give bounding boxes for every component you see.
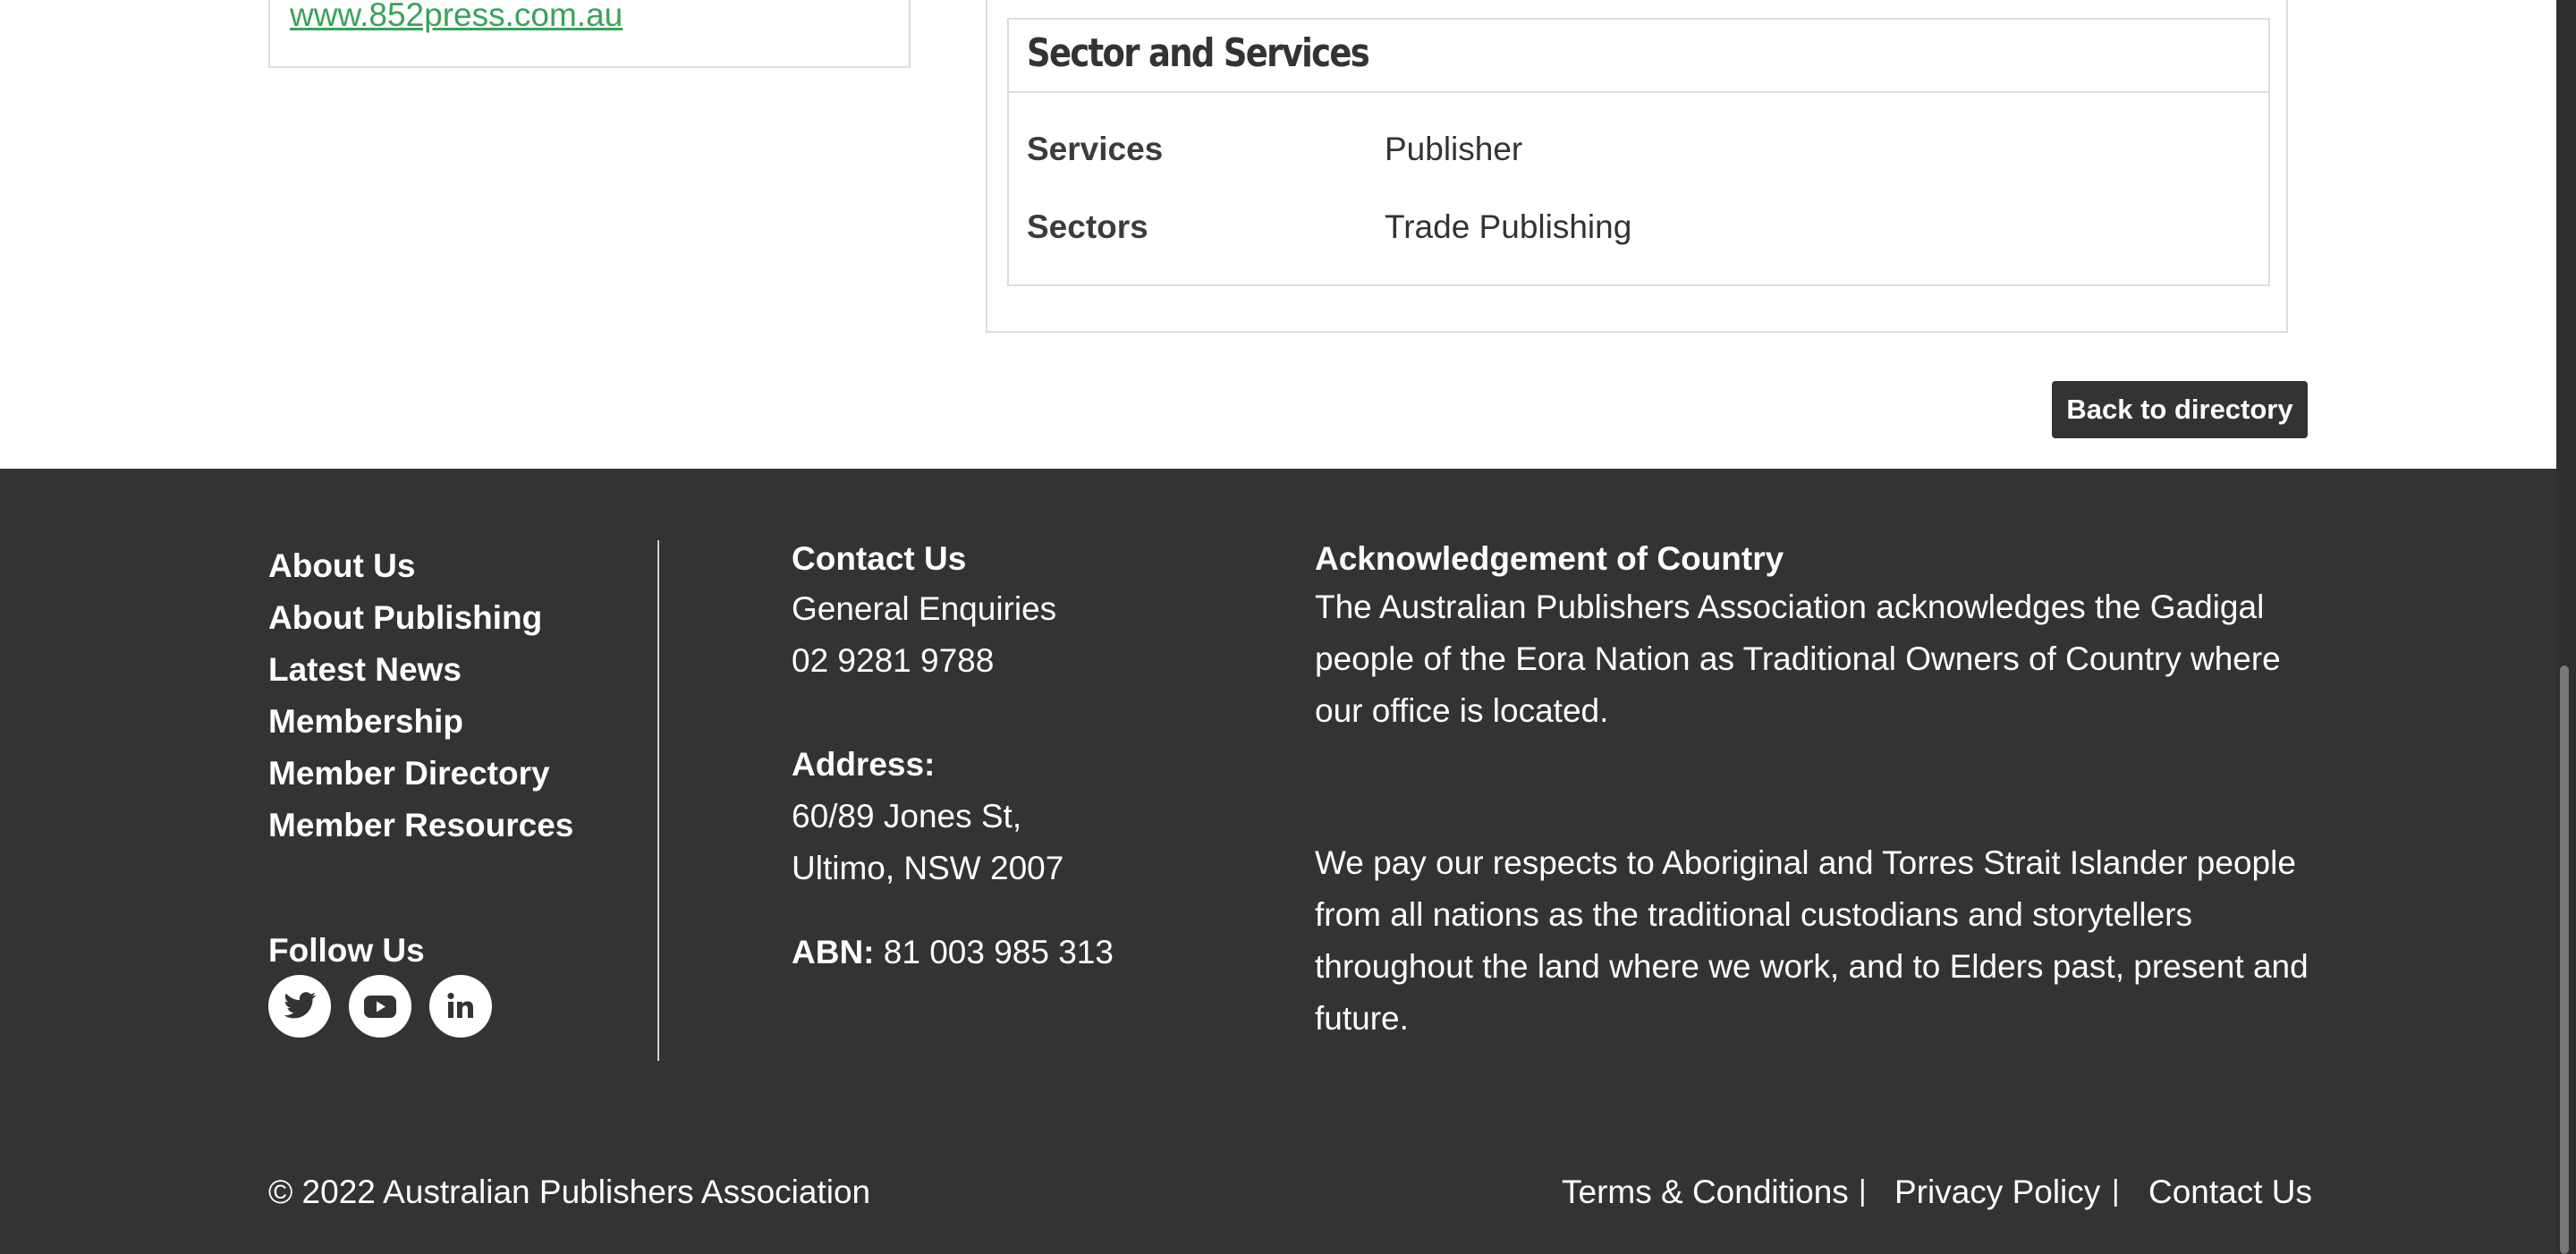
sector-services-panel: Sector and Services Services Publisher S… <box>1007 18 2270 286</box>
contact-phone: 02 9281 9788 <box>792 642 995 679</box>
footer-nav-member-resources[interactable]: Member Resources <box>268 809 573 842</box>
address-label: Address: <box>792 746 936 783</box>
abn-value: 81 003 985 313 <box>883 934 1114 970</box>
acknowledgement-paragraph-2: We pay our respects to Aboriginal and To… <box>1315 844 2309 1037</box>
abn-label: ABN: <box>792 934 875 970</box>
acknowledgement-paragraph-1: The Australian Publishers Association ac… <box>1315 589 2281 729</box>
acknowledgement-heading: Acknowledgement of Country <box>1315 540 1784 577</box>
twitter-button[interactable] <box>268 975 331 1038</box>
services-label: Services <box>1027 131 1164 167</box>
site-footer: About Us About Publishing Latest News Me… <box>0 469 2576 1254</box>
services-value: Publisher <box>1385 131 1523 167</box>
legal-separator: | <box>1859 1174 1867 1207</box>
general-enquiries-label: General Enquiries <box>792 590 1057 627</box>
contact-heading: Contact Us <box>792 540 967 577</box>
footer-nav-member-directory[interactable]: Member Directory <box>268 757 550 790</box>
back-to-directory-button[interactable]: Back to directory <box>2052 381 2308 438</box>
listing-contact-card: www.852press.com.au <box>268 0 911 68</box>
sector-services-header: Sector and Services <box>1009 20 2268 93</box>
legal-separator: | <box>2112 1174 2120 1207</box>
footer-contact-link[interactable]: Contact Us <box>2148 1175 2312 1208</box>
abn: ABN: 81 003 985 313 <box>792 936 1114 969</box>
linkedin-button[interactable] <box>429 975 492 1038</box>
copyright: © 2022 Australian Publishers Association <box>268 1174 871 1210</box>
sectors-value: Trade Publishing <box>1385 208 1632 245</box>
footer-nav-about-publishing[interactable]: About Publishing <box>268 601 542 634</box>
address-line-1: 60/89 Jones St, <box>792 798 1022 835</box>
youtube-icon <box>364 996 396 1018</box>
address-line-2: Ultimo, NSW 2007 <box>792 850 1064 886</box>
scrollbar-thumb[interactable] <box>2560 665 2569 1254</box>
sectors-label: Sectors <box>1027 208 1148 245</box>
youtube-button[interactable] <box>349 975 411 1038</box>
footer-nav-latest-news[interactable]: Latest News <box>268 653 462 686</box>
listing-details-card: Sector and Services Services Publisher S… <box>986 0 2288 333</box>
twitter-icon <box>284 992 317 1019</box>
footer-nav-membership[interactable]: Membership <box>268 705 463 738</box>
terms-link[interactable]: Terms & Conditions <box>1562 1175 1849 1208</box>
linkedin-icon <box>447 992 473 1018</box>
website-link[interactable]: www.852press.com.au <box>290 0 623 31</box>
footer-divider <box>657 540 659 1061</box>
footer-nav-about-us[interactable]: About Us <box>268 549 415 582</box>
sector-services-title: Sector and Services <box>1027 30 1370 76</box>
follow-us-label: Follow Us <box>268 932 425 969</box>
privacy-policy-link[interactable]: Privacy Policy <box>1894 1175 2100 1208</box>
